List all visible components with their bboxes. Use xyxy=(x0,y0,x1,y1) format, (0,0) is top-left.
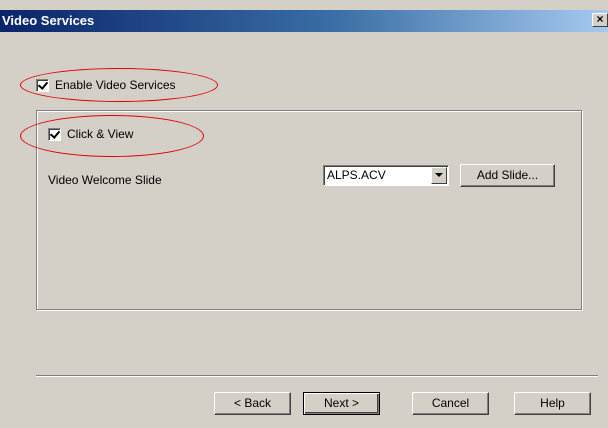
help-button[interactable]: Help xyxy=(514,392,591,415)
back-button[interactable]: < Back xyxy=(214,392,291,415)
window-title: Video Services xyxy=(2,13,95,28)
close-icon: × xyxy=(596,12,604,26)
add-slide-button[interactable]: Add Slide... xyxy=(460,164,555,187)
enable-video-services-option[interactable]: Enable Video Services xyxy=(36,78,176,92)
video-services-dialog: Video Services × Enable Video Services C… xyxy=(0,0,608,428)
welcome-slide-value: ALPS.ACV xyxy=(327,168,386,182)
title-bar[interactable]: Video Services × xyxy=(0,10,608,32)
close-button[interactable]: × xyxy=(592,13,608,27)
welcome-slide-select[interactable]: ALPS.ACV xyxy=(323,165,449,186)
click-and-view-checkbox[interactable] xyxy=(48,127,61,141)
click-and-view-option[interactable]: Click & View xyxy=(48,127,133,141)
click-and-view-label: Click & View xyxy=(67,127,134,141)
footer-separator xyxy=(36,375,598,377)
enable-video-services-checkbox[interactable] xyxy=(36,78,49,92)
next-button[interactable]: Next > xyxy=(303,392,380,415)
chevron-down-icon[interactable] xyxy=(431,167,447,184)
welcome-slide-label: Video Welcome Slide xyxy=(48,173,162,187)
cancel-button[interactable]: Cancel xyxy=(412,392,489,415)
enable-video-services-label: Enable Video Services xyxy=(55,78,176,92)
